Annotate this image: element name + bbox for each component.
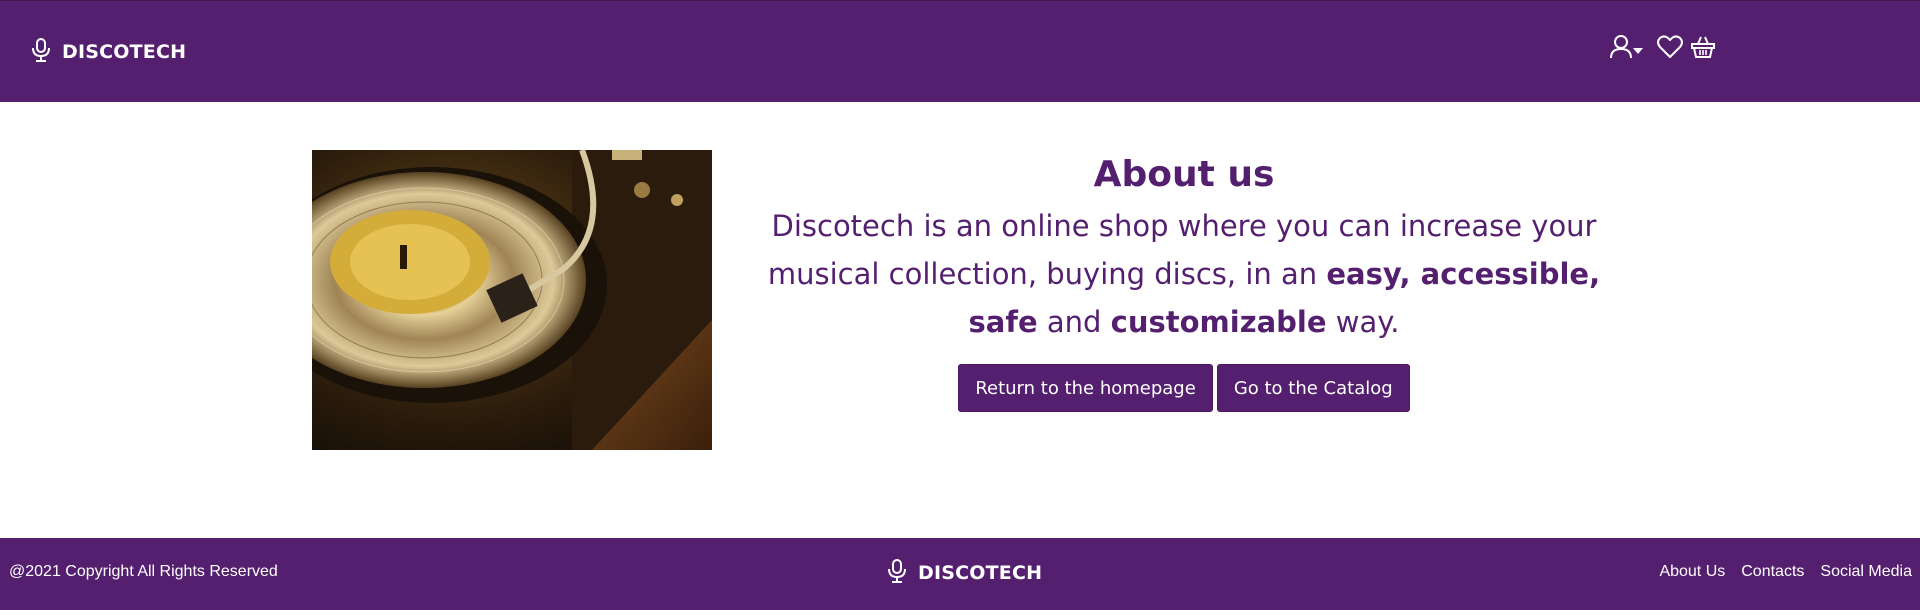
page-title: About us (1093, 154, 1275, 195)
footer-brand-link[interactable]: DISCOTECH (886, 558, 1043, 588)
desc-bold-2: customizable (1110, 305, 1327, 339)
footer-link-contacts[interactable]: Contacts (1741, 563, 1804, 581)
turntable-image (312, 150, 712, 450)
microphone-icon (886, 558, 908, 588)
desc-text-3: way. (1326, 305, 1400, 339)
brand-logo-link[interactable]: DISCOTECH (30, 37, 187, 67)
about-section: About us Discotech is an online shop whe… (740, 148, 1628, 412)
go-catalog-button[interactable]: Go to the Catalog (1216, 364, 1410, 412)
cart-button[interactable] (1688, 34, 1718, 64)
brand-name: DISCOTECH (62, 41, 187, 63)
desc-text-2: and (1037, 305, 1111, 339)
basket-icon (1690, 35, 1716, 63)
user-icon (1609, 34, 1633, 64)
footer-brand-name: DISCOTECH (918, 562, 1043, 584)
nav-icon-group (1608, 34, 1718, 64)
footer-link-social-media[interactable]: Social Media (1820, 563, 1912, 581)
wishlist-button[interactable] (1654, 34, 1686, 64)
return-home-button[interactable]: Return to the homepage (958, 364, 1213, 412)
heart-icon (1657, 35, 1683, 63)
microphone-icon (30, 37, 52, 67)
copyright-text: @2021 Copyright All Rights Reserved (9, 563, 278, 580)
caret-down-icon (1633, 40, 1643, 59)
action-buttons: Return to the homepage Go to the Catalog (740, 364, 1628, 412)
account-dropdown-button[interactable] (1608, 34, 1644, 64)
footer-link-about-us[interactable]: About Us (1659, 563, 1725, 581)
footer-nav: About Us Contacts Social Media (1659, 563, 1912, 581)
top-navbar: DISCOTECH (0, 0, 1920, 102)
about-description: Discotech is an online shop where you ca… (740, 202, 1628, 346)
footer: @2021 Copyright All Rights Reserved DISC… (0, 538, 1920, 610)
